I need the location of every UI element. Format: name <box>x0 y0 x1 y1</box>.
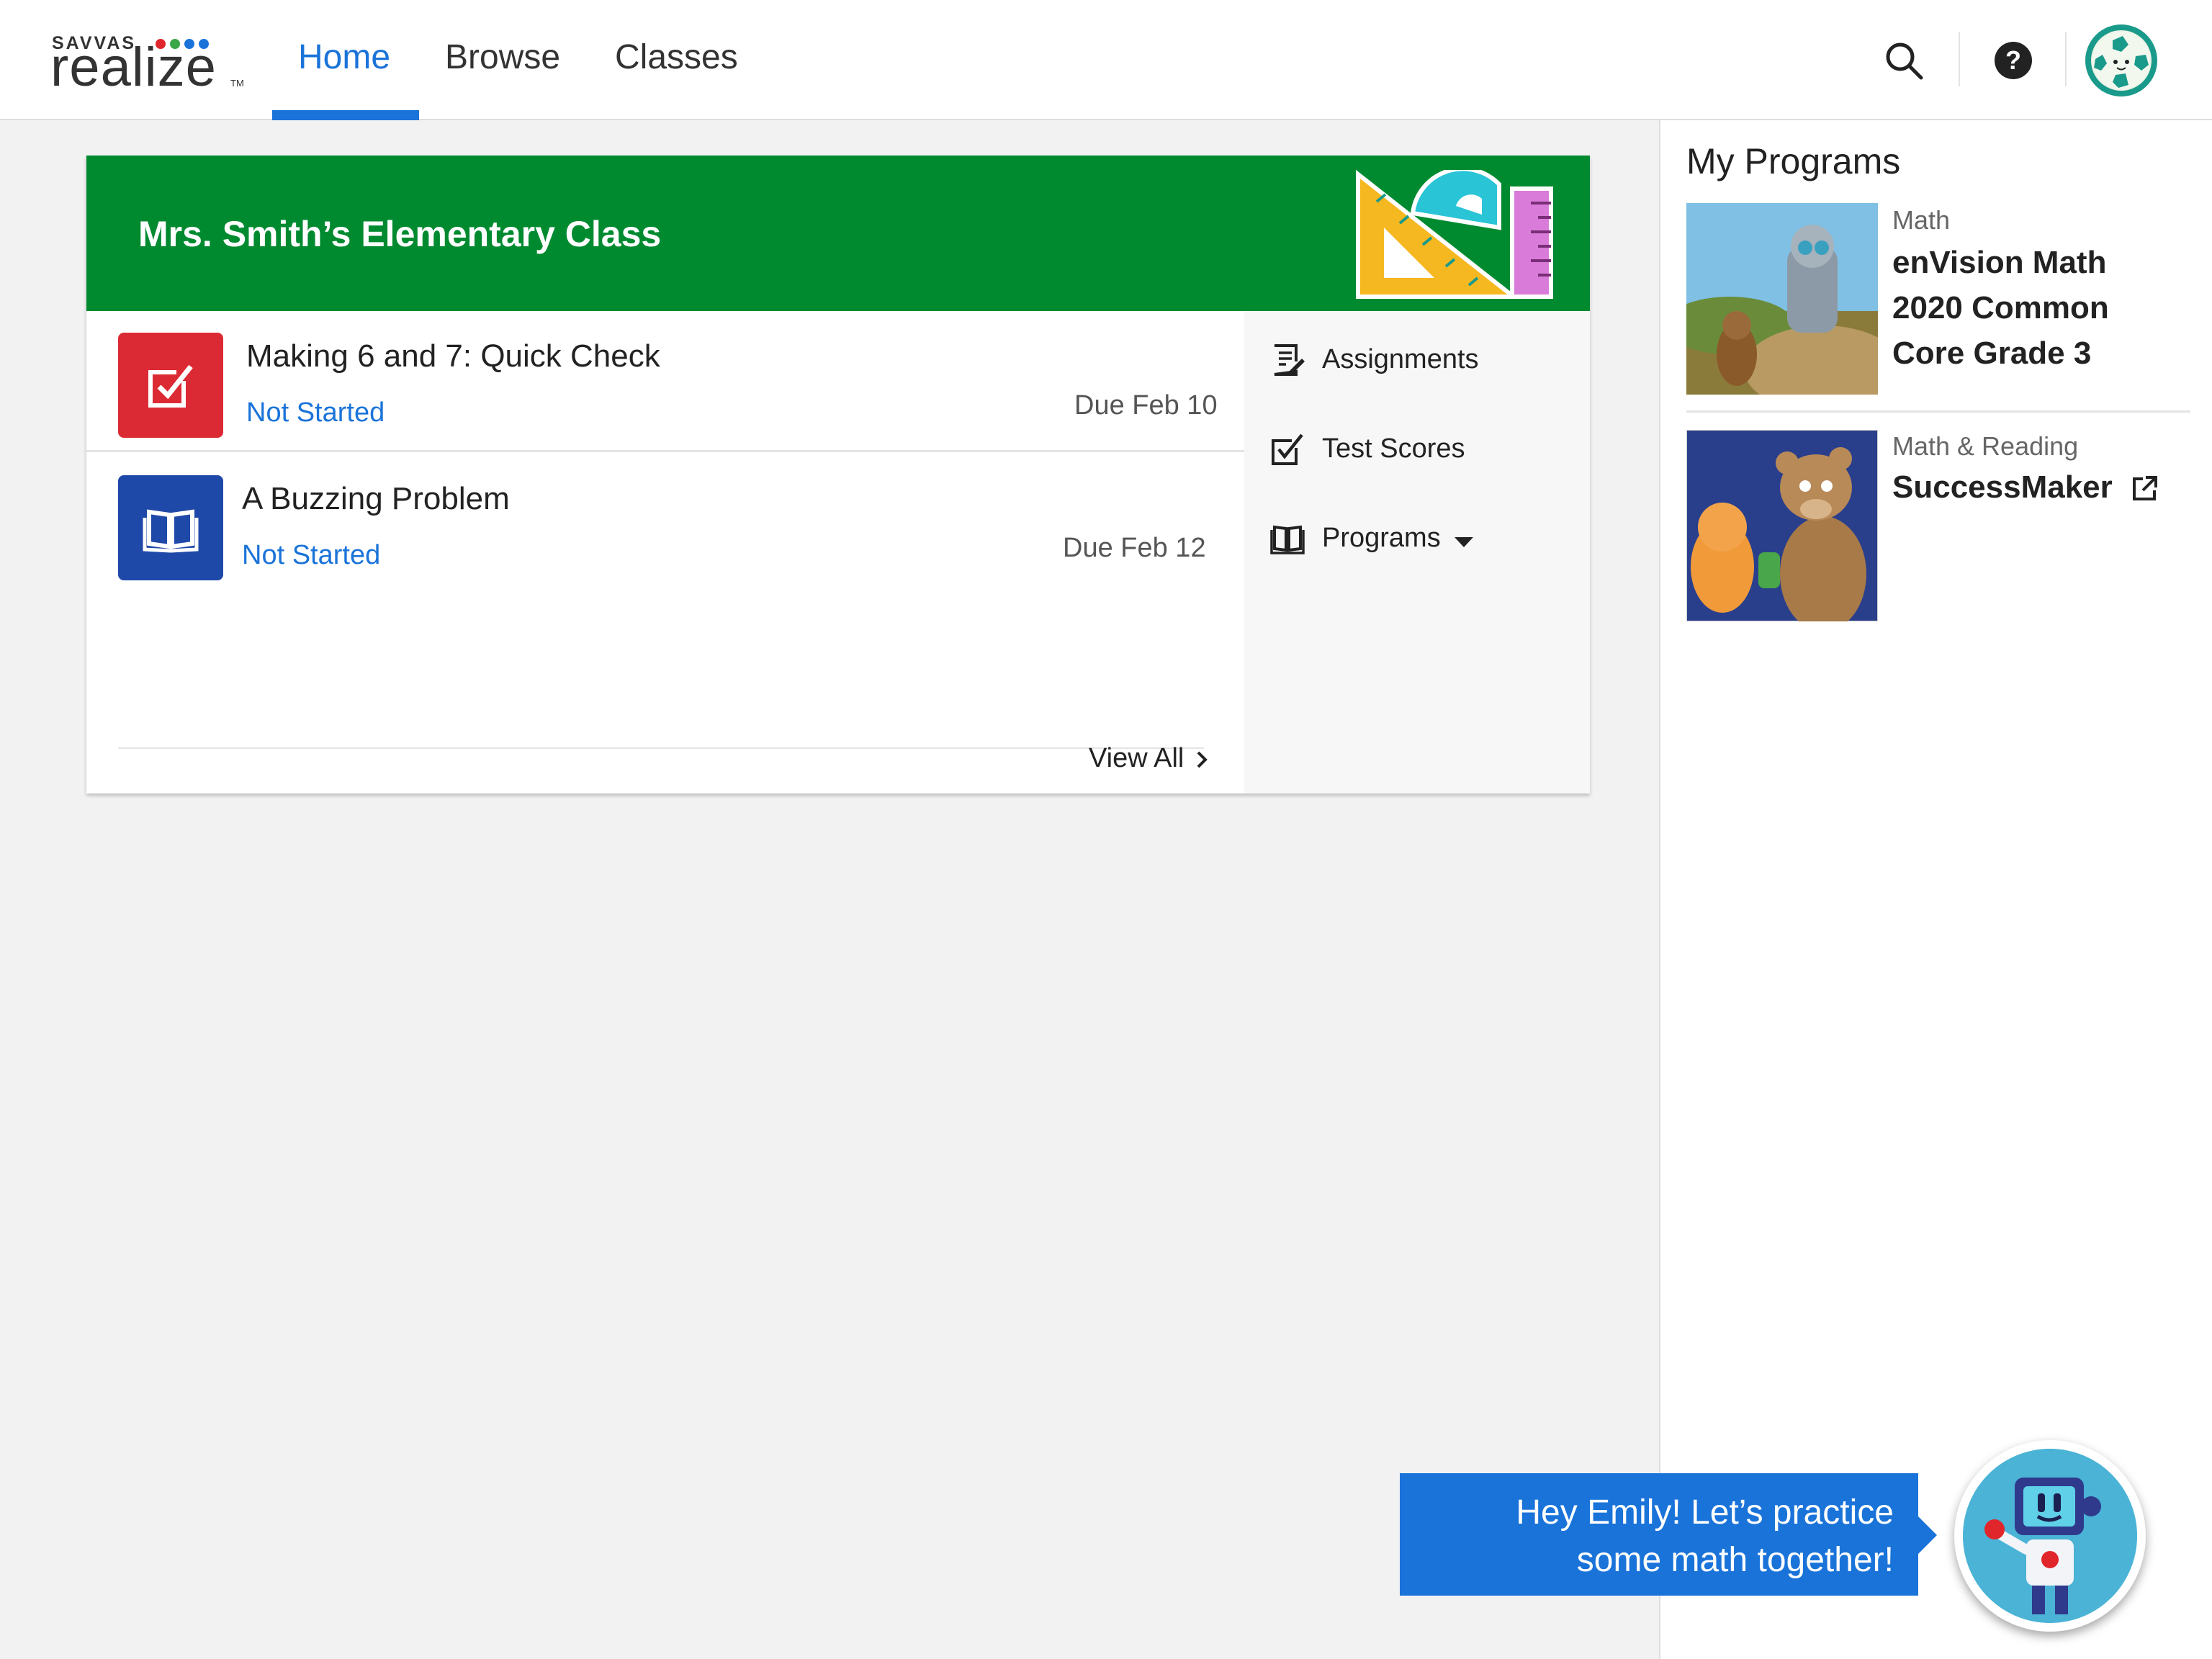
chat-line: some math together! <box>1576 1541 1894 1579</box>
class-title[interactable]: Mrs. Smith’s Elementary Class <box>138 213 661 255</box>
nav-browse[interactable]: Browse <box>445 37 560 77</box>
program-name-line: SuccessMaker <box>1892 469 2113 505</box>
assignment-due-date: Due Feb 12 <box>1063 533 1206 563</box>
my-programs-panel: My Programs Math enVision Math 2020 Comm… <box>1659 120 2212 1659</box>
robot-mascot-icon <box>1963 1449 2137 1623</box>
assignments-icon <box>1274 344 1305 376</box>
assignment-due-date: Due Feb 10 <box>1074 390 1218 421</box>
assignment-title[interactable]: Making 6 and 7: Quick Check <box>246 338 660 374</box>
chat-line: Hey Emily! Let’s practice <box>1516 1493 1894 1532</box>
top-bar: SAVVAS realize TM Home Browse Classes ? <box>0 0 2212 120</box>
program-name-line: enVision Math <box>1892 245 2107 280</box>
program-divider <box>1686 410 2190 413</box>
header-separator <box>1959 32 1960 86</box>
assignment-status[interactable]: Not Started <box>246 397 385 428</box>
chat-message-bubble[interactable]: Hey Emily! Let’s practice some math toge… <box>1400 1473 1937 1596</box>
nav-home[interactable]: Home <box>298 37 390 77</box>
assignment-row[interactable]: A Buzzing Problem Not Started Due Feb 12 <box>86 454 1244 595</box>
book-icon <box>143 509 199 553</box>
search-icon[interactable] <box>1884 40 1924 81</box>
active-tab-indicator <box>272 110 419 120</box>
assignment-status[interactable]: Not Started <box>242 540 380 571</box>
class-card: Mrs. Smith’s Elementary Class Making 6 a… <box>86 156 1590 793</box>
assignment-title[interactable]: A Buzzing Problem <box>242 481 510 517</box>
header-separator <box>2065 32 2067 86</box>
my-programs-title: My Programs <box>1686 141 1901 181</box>
class-side-nav: Assignments Test Scores Programs <box>1244 311 1590 793</box>
savvas-realize-logo[interactable]: SAVVAS realize TM <box>50 33 252 95</box>
program-name-line: Core Grade 3 <box>1892 336 2092 371</box>
successmaker-thumbnail[interactable] <box>1686 430 1878 621</box>
class-card-header[interactable]: Mrs. Smith’s Elementary Class <box>86 156 1590 311</box>
logo-tm: TM <box>230 78 244 89</box>
ruler-triangle-protractor-icon <box>1356 170 1553 299</box>
assignment-tile <box>118 333 223 438</box>
program-subject: Math <box>1892 205 1951 235</box>
envision-math-thumbnail[interactable] <box>1686 203 1878 395</box>
soccer-ball-avatar-icon <box>2091 30 2152 91</box>
assignment-tile <box>118 475 223 580</box>
robot-mascot-button[interactable] <box>1954 1440 2146 1632</box>
user-avatar[interactable] <box>2085 24 2157 96</box>
program-name-successmaker[interactable]: SuccessMaker <box>1892 464 2159 510</box>
program-name-line: 2020 Common <box>1892 290 2109 325</box>
view-all-link[interactable]: View All <box>1089 743 1209 774</box>
nav-classes[interactable]: Classes <box>615 37 738 77</box>
caret-down-icon <box>1455 537 1473 547</box>
assignment-list: Making 6 and 7: Quick Check Not Started … <box>86 311 1244 793</box>
external-link-icon <box>2133 476 2157 501</box>
book-icon <box>1270 525 1305 554</box>
side-nav-label: Programs <box>1322 523 1441 553</box>
help-icon[interactable]: ? <box>1995 42 2032 79</box>
program-name-envision[interactable]: enVision Math 2020 Common Core Grade 3 <box>1892 240 2109 376</box>
list-divider <box>118 747 1204 749</box>
side-nav-label: Test Scores <box>1322 433 1465 464</box>
view-all-label: View All <box>1089 743 1184 773</box>
assignment-row[interactable]: Making 6 and 7: Quick Check Not Started … <box>86 311 1244 452</box>
checkbox-icon <box>1272 433 1303 465</box>
logo-realize-text: realize <box>50 37 217 98</box>
side-nav-label: Assignments <box>1322 344 1479 374</box>
program-subject: Math & Reading <box>1892 431 2079 461</box>
checkbox-icon <box>148 364 193 408</box>
chevron-right-icon <box>1197 751 1208 768</box>
